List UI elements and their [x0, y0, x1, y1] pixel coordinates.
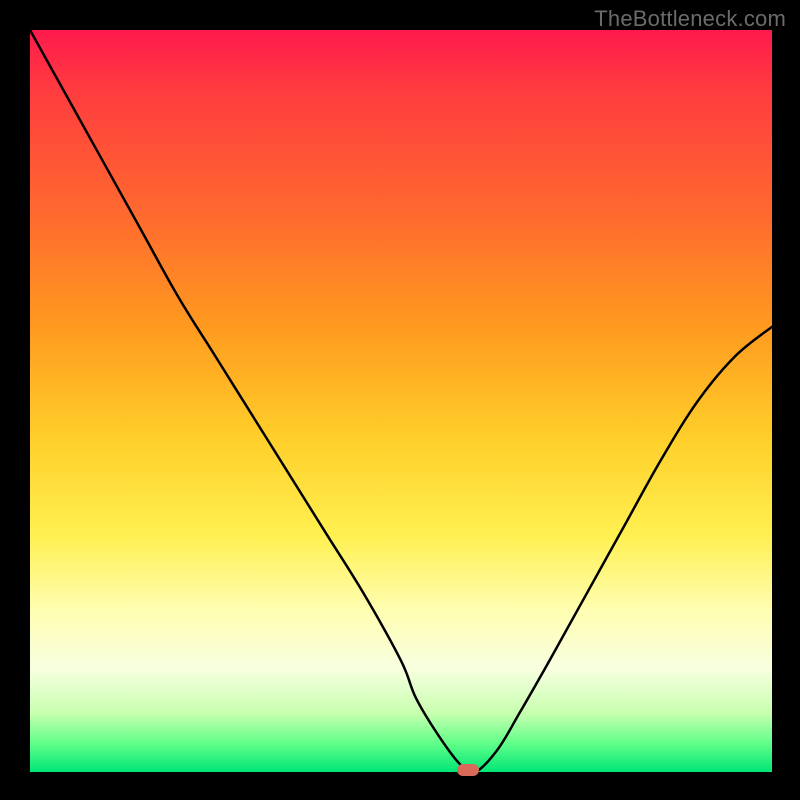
curve-layer — [30, 30, 772, 772]
watermark-text: TheBottleneck.com — [594, 6, 786, 32]
bottleneck-curve — [30, 30, 772, 773]
optimal-marker — [457, 764, 479, 776]
plot-area — [30, 30, 772, 772]
chart-frame: TheBottleneck.com — [0, 0, 800, 800]
